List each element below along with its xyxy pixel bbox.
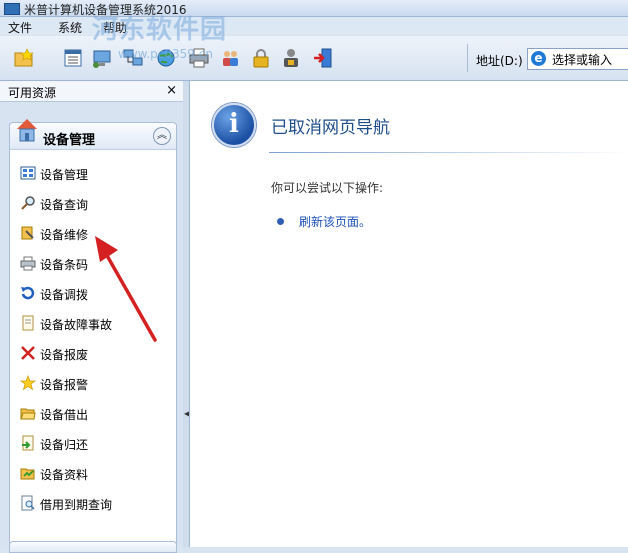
toolbar-separator: [467, 44, 468, 72]
sidebar-item-label: 设备故障事故: [40, 318, 113, 332]
divider: [269, 152, 628, 153]
sidebar-item-device-fault[interactable]: 设备故障事故: [20, 313, 170, 333]
device-management-group: 设备管理 ︽ 设备管理 设备查询 设备维修 设备条码 设备调拨 设备故障事故 设…: [9, 119, 177, 550]
address-value: 选择或输入: [552, 53, 613, 67]
exit-icon[interactable]: [312, 47, 334, 69]
sidebar-item-label: 设备维修: [40, 228, 89, 242]
app-icon: [4, 3, 20, 15]
info-icon: i: [212, 103, 256, 147]
sidebar-item-device-return[interactable]: 设备归还: [20, 433, 170, 453]
folder-doc-icon: [20, 468, 35, 480]
sidebar-item-device-barcode[interactable]: 设备条码: [20, 253, 170, 273]
list-icon[interactable]: [62, 47, 84, 69]
sidebar-item-label: 设备管理: [40, 168, 89, 182]
group-title: 设备管理: [43, 133, 96, 148]
sidebar-header: 可用资源 ×: [0, 81, 183, 102]
barcode-printer-icon: [20, 256, 36, 271]
address-label: 地址(D:): [476, 54, 523, 68]
page-title: 已取消网页导航: [271, 118, 390, 138]
sidebar-item-device-management[interactable]: 设备管理: [20, 163, 170, 183]
menu-bar: 文件 系统 帮助: [0, 17, 628, 35]
sidebar-item-label: 设备报废: [40, 348, 89, 362]
menu-system[interactable]: 系统: [58, 19, 82, 36]
sidebar-item-device-info[interactable]: 设备资料: [20, 463, 170, 483]
ie-icon: e: [531, 51, 546, 66]
menu-file[interactable]: 文件: [8, 19, 32, 36]
sidebar-item-lend-expiry-query[interactable]: 借用到期查询: [20, 493, 170, 513]
sidebar-item-label: 设备条码: [40, 258, 89, 272]
sidebar-item-label: 设备归还: [40, 438, 89, 452]
sidebar-item-device-scrap[interactable]: 设备报废: [20, 343, 170, 363]
sidebar-item-device-transfer[interactable]: 设备调拨: [20, 283, 170, 303]
sidebar-item-device-query[interactable]: 设备查询: [20, 193, 170, 213]
title-bar: 米普计算机设备管理系统2016: [0, 0, 628, 17]
sidebar-item-label: 设备资料: [40, 468, 89, 482]
refresh-link[interactable]: 刷新该页面。: [299, 213, 371, 230]
new-icon[interactable]: [12, 47, 34, 69]
bullet-icon: [277, 218, 284, 225]
window-title: 米普计算机设备管理系统2016: [24, 3, 187, 17]
red-x-icon: [21, 346, 35, 360]
house-icon: [17, 119, 37, 142]
sidebar-item-device-lend[interactable]: 设备借出: [20, 403, 170, 423]
sidebar-close-icon[interactable]: ×: [166, 83, 177, 98]
content-pane: i 已取消网页导航 你可以尝试以下操作: 刷新该页面。: [189, 81, 628, 547]
sidebar-item-device-alarm[interactable]: 设备报警: [20, 373, 170, 393]
folder-open-icon: [20, 408, 36, 420]
star-icon: [20, 375, 36, 391]
repair-icon: [21, 226, 34, 240]
sidebar-item-label: 设备调拨: [40, 288, 89, 302]
address-input[interactable]: e 选择或输入: [527, 48, 628, 70]
return-icon: [22, 435, 34, 451]
sidebar-item-label: 借用到期查询: [40, 498, 113, 512]
sidebar-item-label: 设备报警: [40, 378, 89, 392]
next-group-header[interactable]: [9, 541, 177, 553]
globe-icon[interactable]: [155, 47, 177, 69]
printer-icon[interactable]: [188, 47, 210, 69]
menu-help[interactable]: 帮助: [103, 19, 127, 36]
network-icon[interactable]: [122, 47, 144, 69]
sidebar-item-device-repair[interactable]: 设备维修: [20, 223, 170, 243]
users-icon[interactable]: [219, 47, 241, 69]
page-search-icon: [21, 495, 35, 511]
collapse-icon[interactable]: ︽: [153, 127, 171, 145]
sidebar-title: 可用资源: [8, 86, 57, 100]
lock-icon[interactable]: [250, 47, 272, 69]
user-lock-icon[interactable]: [280, 47, 302, 69]
computer-icon[interactable]: [91, 47, 113, 69]
suggestion-text: 你可以尝试以下操作:: [271, 181, 384, 195]
grid-icon: [20, 166, 36, 180]
group-header[interactable]: 设备管理 ︽: [10, 119, 176, 150]
toolbar: 地址(D:) e 选择或输入: [0, 36, 628, 81]
document-icon: [22, 315, 34, 331]
magnifier-icon: [21, 196, 35, 210]
sidebar-item-label: 设备借出: [40, 408, 89, 422]
sidebar: 可用资源 × 设备管理 ︽ 设备管理 设备查询 设备维修 设备条码 设备调拨 设…: [0, 81, 184, 553]
transfer-arrow-icon: [21, 286, 35, 300]
sidebar-item-label: 设备查询: [40, 198, 89, 212]
